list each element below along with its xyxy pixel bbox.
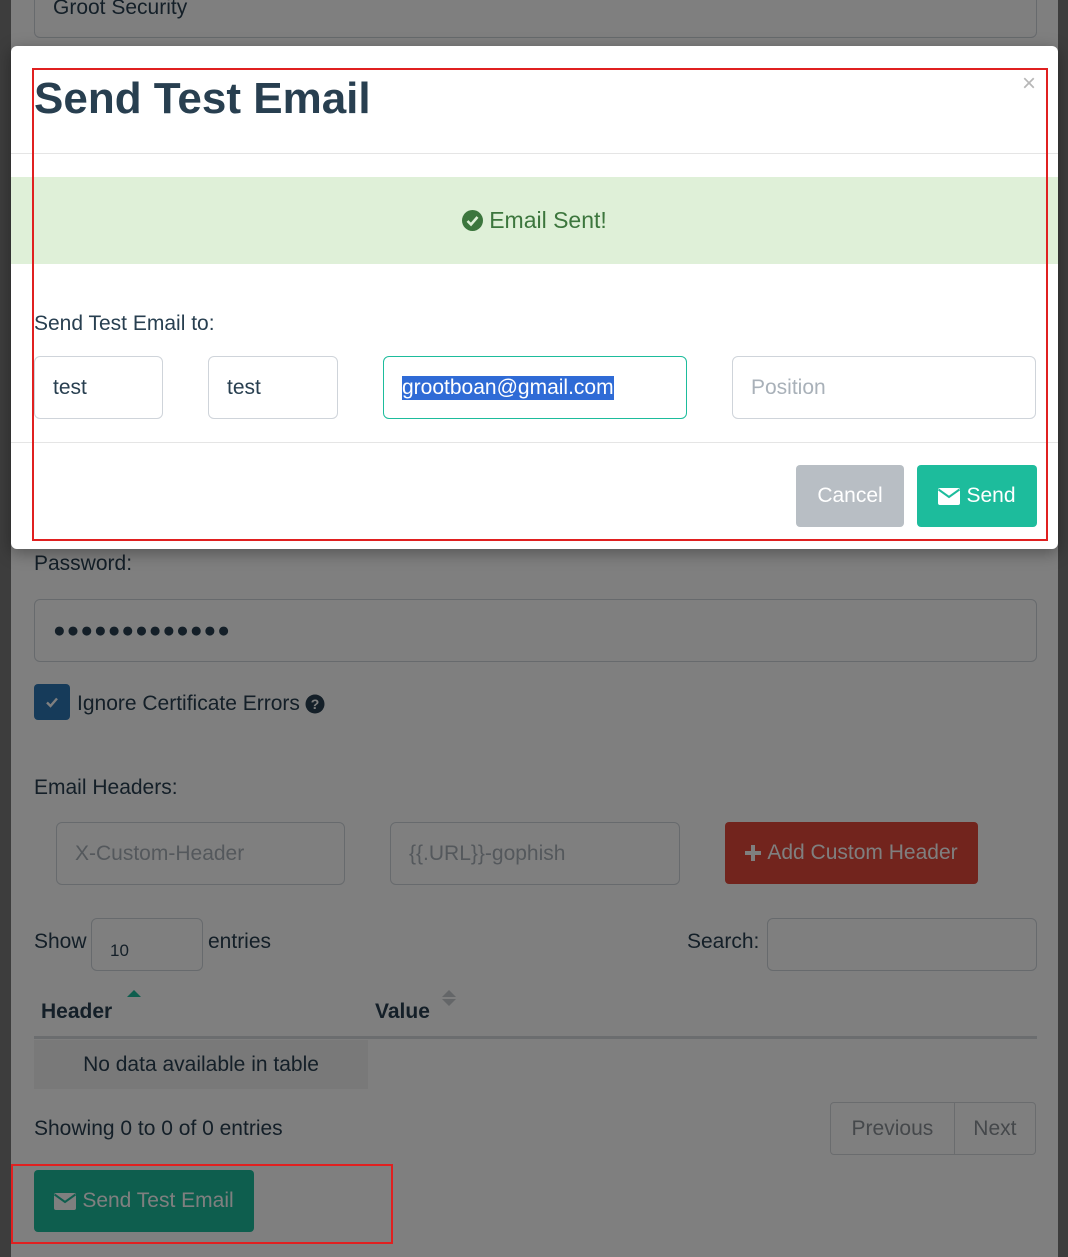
annotation-box-send-button <box>11 1164 393 1244</box>
annotation-box-modal <box>32 68 1048 541</box>
